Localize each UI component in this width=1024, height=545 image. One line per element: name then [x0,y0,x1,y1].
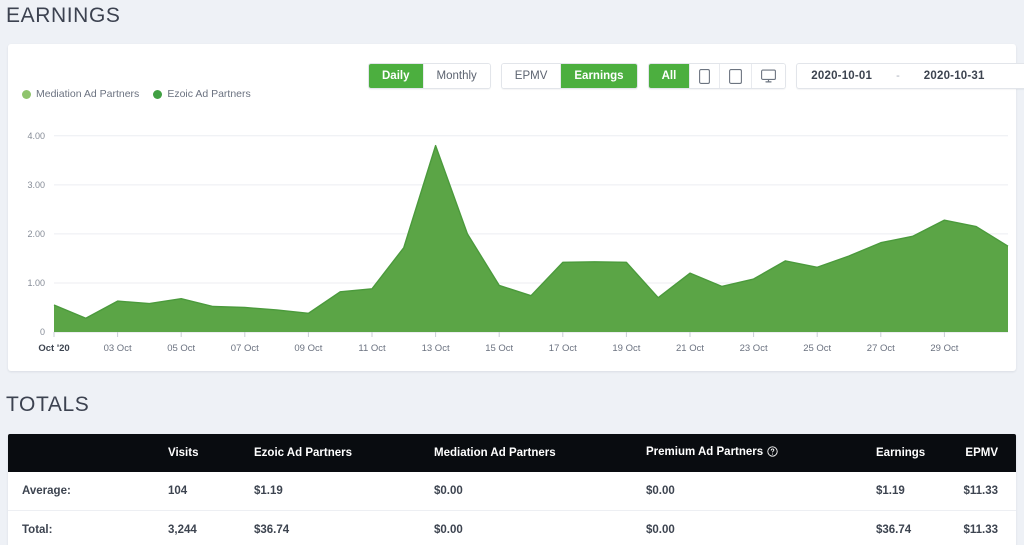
cell-visits: 3,244 [168,510,254,545]
earnings-dashboard: EARNINGS Daily Monthly EPMV Earnings All [0,0,1024,545]
cell-mediation: $0.00 [434,472,646,511]
x-axis-tick-label: 21 Oct [676,343,704,354]
x-axis-tick-label: Oct '20 [38,343,69,354]
tab-monthly[interactable]: Monthly [423,64,490,88]
cell-epmv: $11.33 [956,472,1016,511]
totals-table-body: Average: 104 $1.19 $0.00 $0.00 $1.19 $11… [8,472,1016,545]
mobile-icon [699,68,711,84]
col-header-earnings: Earnings [876,434,956,472]
x-axis-tick-label: 03 Oct [104,343,132,354]
tab-device-mobile[interactable] [690,64,721,88]
cell-row-label: Total: [8,510,168,545]
x-axis-tick-label: 19 Oct [612,343,640,354]
tab-epmv[interactable]: EPMV [501,64,562,88]
x-axis-tick-label: 25 Oct [803,343,831,354]
table-row: Average: 104 $1.19 $0.00 $0.00 $1.19 $11… [8,472,1016,511]
totals-table-card: Visits Ezoic Ad Partners Mediation Ad Pa… [8,434,1016,545]
x-axis-tick-label: 15 Oct [485,343,513,354]
series-area-ezoic-ad-partners [54,145,1008,332]
totals-table: Visits Ezoic Ad Partners Mediation Ad Pa… [8,434,1016,545]
page-title-totals: TOTALS [6,393,90,416]
cell-ezoic: $36.74 [254,510,434,545]
cell-row-label: Average: [8,472,168,511]
x-axis-tick-label: 23 Oct [740,343,768,354]
cell-epmv: $11.33 [956,510,1016,545]
legend-item-mediation[interactable]: Mediation Ad Partners [22,88,139,100]
x-axis-tick-label: 17 Oct [549,343,577,354]
tab-device-desktop[interactable] [752,64,786,88]
y-axis-tick-label: 1.00 [27,278,45,288]
cell-earnings: $1.19 [876,472,956,511]
help-icon[interactable] [767,446,778,460]
col-header-label [8,434,168,472]
cell-visits: 104 [168,472,254,511]
legend-label-mediation: Mediation Ad Partners [36,88,140,100]
x-axis-tick-label: 11 Oct [358,343,386,354]
chart-canvas: 0 1.00 2.00 3.00 4.00 Oct '20 03 Oct 05 Oct 07 O… [27,131,1009,354]
col-header-mediation: Mediation Ad Partners [434,434,646,472]
device-toggle-group: All [647,63,787,89]
y-axis-tick-label: 2.00 [27,229,45,239]
x-axis-tick-label: 13 Oct [422,343,450,354]
chart-legend: Mediation Ad Partners Ezoic Ad Partners [22,88,265,100]
legend-label-ezoic: Ezoic Ad Partners [167,88,251,100]
col-header-premium-label: Premium Ad Partners [646,446,764,458]
col-header-epmv: EPMV [956,434,1016,472]
x-axis-tick-label: 09 Oct [294,343,322,354]
cell-earnings: $36.74 [876,510,956,545]
table-row: Total: 3,244 $36.74 $0.00 $0.00 $36.74 $… [8,510,1016,545]
date-range-picker[interactable]: 2020-10-01 - 2020-10-31 [796,63,1024,89]
col-header-premium: Premium Ad Partners [646,434,876,472]
date-range-end[interactable]: 2020-10-31 [924,70,985,82]
cell-mediation: $0.00 [434,510,646,545]
x-axis-tick-label: 27 Oct [867,343,895,354]
metric-toggle-group: EPMV Earnings [500,63,638,89]
legend-swatch-ezoic [153,89,163,99]
date-range-start[interactable]: 2020-10-01 [811,70,872,82]
earnings-area-chart: 0 1.00 2.00 3.00 4.00 Oct '20 03 Oct 05 Oct 07 O… [8,109,1016,369]
tab-device-all[interactable]: All [648,64,691,88]
totals-table-head: Visits Ezoic Ad Partners Mediation Ad Pa… [8,434,1016,472]
cell-ezoic: $1.19 [254,472,434,511]
y-axis-tick-label: 4.00 [27,131,45,141]
col-header-ezoic: Ezoic Ad Partners [254,434,434,472]
x-axis-tick-label: 07 Oct [231,343,259,354]
tablet-icon [729,68,743,84]
y-axis-tick-label: 0 [40,327,45,337]
cell-premium: $0.00 [646,510,876,545]
cell-premium: $0.00 [646,472,876,511]
earnings-chart-card: Daily Monthly EPMV Earnings All 2020-10-… [8,44,1024,371]
y-axis-tick-label: 3.00 [27,180,45,190]
page-title-earnings: EARNINGS [6,4,121,27]
x-axis-tick-label: 05 Oct [167,343,195,354]
table-header-row: Visits Ezoic Ad Partners Mediation Ad Pa… [8,434,1016,472]
chart-toolbar: Daily Monthly EPMV Earnings All 2020-10-… [368,63,1024,89]
legend-swatch-mediation [22,89,31,99]
x-axis-tick-label: 29 Oct [930,343,958,354]
legend-item-ezoic[interactable]: Ezoic Ad Partners [153,88,251,100]
desktop-icon [761,69,777,83]
tab-device-tablet[interactable] [720,64,753,88]
tab-earnings[interactable]: Earnings [561,64,637,88]
col-header-visits: Visits [168,434,254,472]
tab-daily[interactable]: Daily [369,64,424,88]
interval-toggle-group: Daily Monthly [368,63,491,89]
date-range-separator: - [896,70,900,82]
